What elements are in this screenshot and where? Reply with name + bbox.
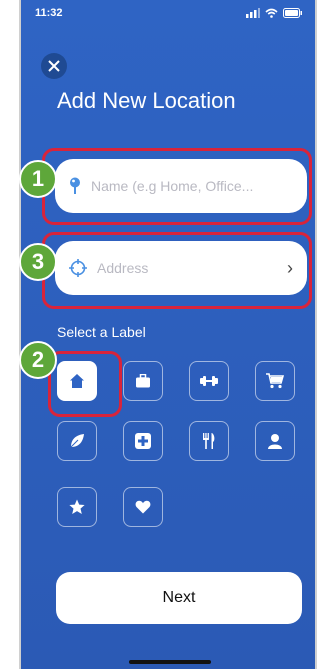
status-time: 11:32 — [35, 7, 63, 19]
home-icon — [70, 374, 84, 388]
cart-icon — [266, 373, 284, 389]
plus-icon — [135, 433, 151, 449]
highlight-name-field — [42, 148, 312, 225]
label-work[interactable] — [123, 361, 163, 401]
label-favorite[interactable] — [57, 487, 97, 527]
dumbbell-icon — [200, 376, 218, 386]
close-icon — [48, 60, 60, 72]
step-badge-3: 3 — [19, 243, 57, 281]
page-title: Add New Location — [57, 88, 236, 113]
phone-screen: 11:32 Add New Location Name (e.g Home, O… — [19, 0, 317, 669]
label-gym[interactable] — [189, 361, 229, 401]
label-restaurant[interactable] — [189, 421, 229, 461]
briefcase-icon — [136, 374, 150, 388]
fork-knife-icon — [203, 433, 215, 449]
step-badge-1: 1 — [19, 160, 57, 198]
highlight-address-field — [42, 232, 312, 309]
label-nature[interactable] — [57, 421, 97, 461]
label-home[interactable] — [57, 361, 97, 401]
label-shopping[interactable] — [255, 361, 295, 401]
status-bar: 11:32 — [21, 0, 315, 30]
step-badge-2: 2 — [19, 341, 57, 379]
signal-icon — [246, 8, 260, 18]
label-medical[interactable] — [123, 421, 163, 461]
battery-icon — [283, 8, 302, 18]
heart-icon — [135, 500, 151, 514]
status-icons — [246, 8, 303, 18]
select-label-heading: Select a Label — [57, 324, 146, 340]
leaf-icon — [70, 434, 84, 448]
star-icon — [69, 499, 85, 514]
wifi-icon — [265, 8, 278, 18]
close-button[interactable] — [41, 53, 67, 79]
next-button[interactable]: Next — [56, 572, 302, 624]
home-indicator — [129, 660, 211, 664]
label-person[interactable] — [255, 421, 295, 461]
person-icon — [268, 434, 282, 449]
label-love[interactable] — [123, 487, 163, 527]
